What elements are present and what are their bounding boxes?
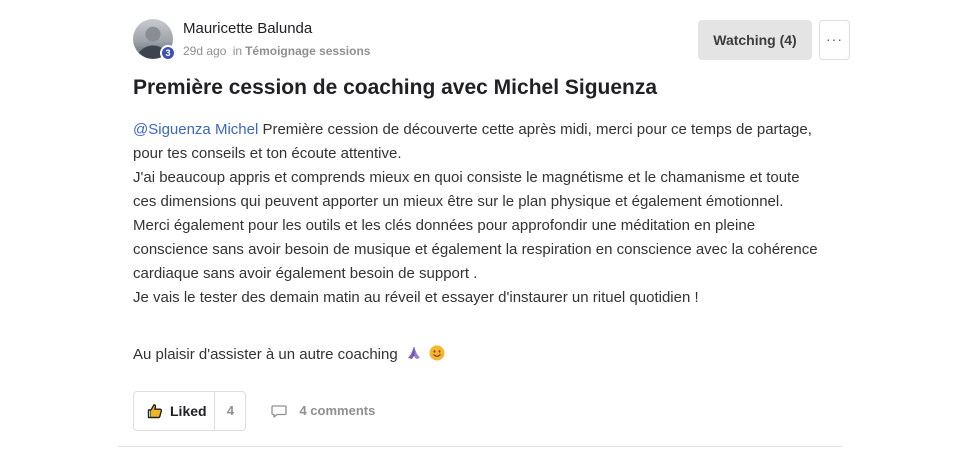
mention-link[interactable]: @Siguenza Michel <box>133 121 258 138</box>
like-count[interactable]: 4 <box>215 403 246 418</box>
level-badge: 3 <box>160 45 176 61</box>
post-body: @Siguenza Michel Première cession de déc… <box>133 118 823 310</box>
post-title: Première cession de coaching avec Michel… <box>133 76 658 99</box>
more-icon: ··· <box>826 31 843 47</box>
like-toggle[interactable]: Liked <box>134 392 215 430</box>
post-meta: 29d ago in Témoignage sessions <box>183 44 370 58</box>
thumbs-up-icon <box>147 404 163 419</box>
closing-text: Au plaisir d'assister à un autre coachin… <box>133 346 398 363</box>
avatar[interactable]: 3 <box>133 19 176 61</box>
watching-button[interactable]: Watching (4) <box>698 20 812 60</box>
folded-hands-emoji <box>407 347 420 359</box>
like-button[interactable]: Liked 4 <box>133 391 246 431</box>
post-actions: Liked 4 4 comments <box>133 391 533 431</box>
like-label: Liked <box>170 403 207 419</box>
body-paragraph-3: Merci également pour les outils et les c… <box>133 217 818 282</box>
in-word: in <box>232 44 243 58</box>
author-name[interactable]: Mauricette Balunda <box>183 20 312 37</box>
comments-label: 4 comments <box>299 403 376 418</box>
body-paragraph-1: @Siguenza Michel Première cession de déc… <box>133 118 823 166</box>
more-options-button[interactable]: ··· <box>819 20 850 60</box>
category-link[interactable]: Témoignage sessions <box>245 44 370 58</box>
body-paragraph-2: J'ai beaucoup appris et comprends mieux … <box>133 169 800 210</box>
comment-icon <box>271 405 287 418</box>
post-card: 3 Mauricette Balunda 29d ago in Témoignag… <box>118 0 850 447</box>
body-paragraph-4: Je vais le tester des demain matin au ré… <box>133 289 699 306</box>
smiling-face-emoji <box>429 345 445 361</box>
post-header: 3 Mauricette Balunda 29d ago in Témoignag… <box>133 19 850 63</box>
time-ago: 29d ago <box>183 44 227 58</box>
comments-button[interactable]: 4 comments <box>271 402 375 420</box>
closing-line: Au plaisir d'assister à un autre coachin… <box>133 343 445 367</box>
